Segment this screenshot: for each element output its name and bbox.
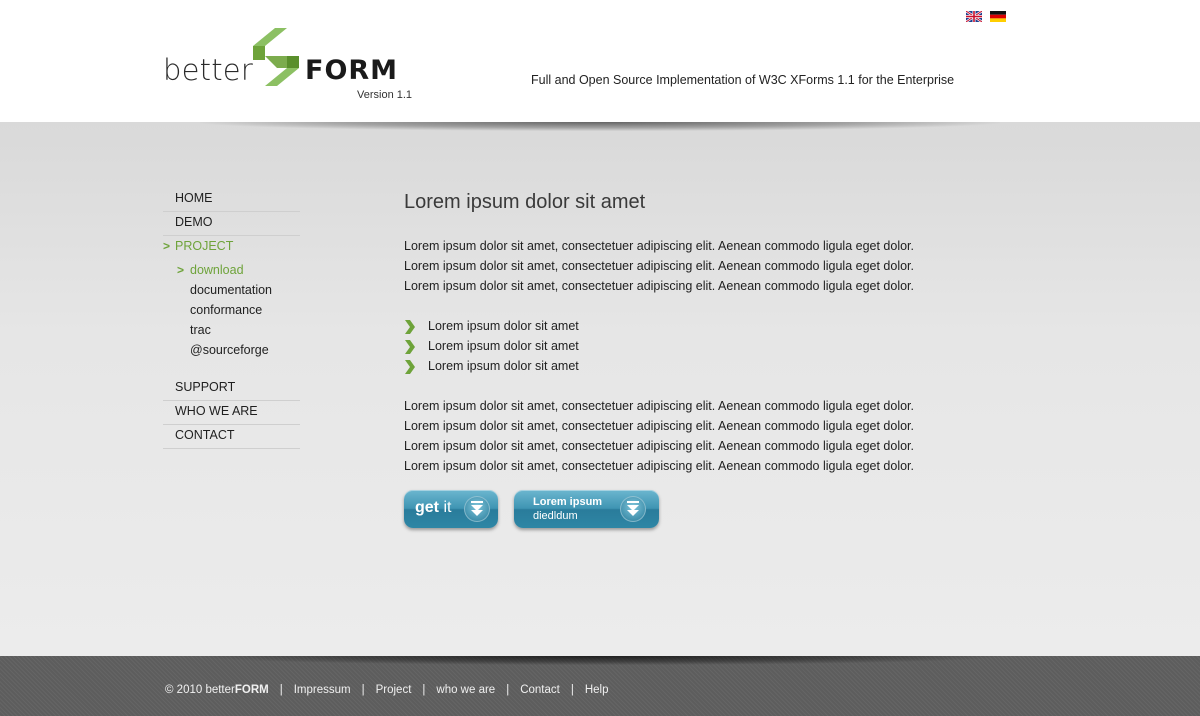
download-icon (464, 496, 490, 522)
main-content: Lorem ipsum dolor sit amet Lorem ipsum d… (404, 188, 1004, 476)
button-label-line2: diedldum (533, 510, 578, 522)
subnav-item-documentation[interactable]: documentation (163, 280, 300, 300)
subnav-item-label: conformance (190, 303, 263, 317)
nav-item-demo[interactable]: DEMO (163, 212, 300, 236)
nav-item-who-we-are[interactable]: WHO WE ARE (163, 401, 300, 425)
list-item: Lorem ipsum dolor sit amet (404, 356, 1004, 376)
list-item-text: Lorem ipsum dolor sit amet (428, 339, 579, 353)
copyright-brand: FORM (234, 684, 269, 696)
chevron-right-icon: > (177, 263, 185, 277)
site-header: better FORM Version 1.1 Full and Open So… (0, 0, 1200, 122)
download-icon (620, 496, 646, 522)
nav-item-label: HOME (175, 191, 213, 205)
footer-link-help[interactable]: Help (585, 684, 609, 696)
footer-links: © 2010 betterFORM | Impressum | Project … (165, 684, 609, 696)
body-paragraph: Lorem ipsum dolor sit amet, consectetuer… (404, 396, 1004, 476)
bullet-list: Lorem ipsum dolor sit amet Lorem ipsum d… (404, 316, 1004, 376)
paragraph-line: Lorem ipsum dolor sit amet, consectetuer… (404, 259, 915, 273)
button-label-line1: Lorem ipsum (533, 496, 603, 508)
green-chevron-icon (404, 360, 416, 380)
english-flag-icon[interactable] (966, 11, 982, 22)
project-subnav: > download documentation conformance tra… (163, 260, 300, 360)
language-switcher (966, 11, 1006, 22)
copyright: © 2010 betterFORM (165, 684, 269, 696)
nav-item-label: SUPPORT (175, 380, 236, 394)
footer-shadow (200, 656, 1000, 665)
paragraph-line: Lorem ipsum dolor sit amet, consectetuer… (404, 399, 915, 413)
footer-link-project[interactable]: Project (376, 684, 412, 696)
list-item: Lorem ipsum dolor sit amet (404, 336, 1004, 356)
list-item-text: Lorem ipsum dolor sit amet (428, 319, 579, 333)
logo-version: Version 1.1 (357, 89, 413, 101)
paragraph-line: Lorem ipsum dolor sit amet, consectetuer… (404, 279, 915, 293)
chevron-right-icon: > (163, 239, 171, 253)
get-it-label: get it (415, 499, 451, 517)
footer-separator: | (570, 684, 574, 696)
nav-item-home[interactable]: HOME (163, 188, 300, 212)
intro-paragraph: Lorem ipsum dolor sit amet, consectetuer… (404, 236, 1004, 296)
footer-link-who-we-are[interactable]: who we are (436, 684, 495, 696)
nav-item-support[interactable]: SUPPORT (163, 377, 300, 401)
get-it-button[interactable]: get it (404, 490, 498, 528)
footer-separator: | (279, 684, 283, 696)
paragraph-line: Lorem ipsum dolor sit amet, consectetuer… (404, 459, 915, 473)
footer-separator: | (506, 684, 510, 696)
subnav-item-label: download (190, 263, 244, 277)
nav-item-label: WHO WE ARE (175, 404, 258, 418)
footer-separator: | (361, 684, 365, 696)
logo-mark-icon (251, 28, 303, 91)
footer-separator: | (422, 684, 426, 696)
nav-item-label: PROJECT (175, 239, 234, 253)
copyright-prefix: © 2010 better (165, 684, 235, 696)
paragraph-line: Lorem ipsum dolor sit amet, consectetuer… (404, 239, 915, 253)
download-buttons: get it Lorem ipsum diedldum (404, 490, 659, 528)
lorem-ipsum-button[interactable]: Lorem ipsum diedldum (514, 490, 659, 528)
footer-link-impressum[interactable]: Impressum (294, 684, 351, 696)
subnav-item-trac[interactable]: trac (163, 320, 300, 340)
get-it-label-bold: get (415, 499, 439, 516)
subnav-item-conformance[interactable]: conformance (163, 300, 300, 320)
paragraph-line: Lorem ipsum dolor sit amet, consectetuer… (404, 439, 915, 453)
sidebar-nav: HOME DEMO > PROJECT > download documenta… (163, 188, 300, 449)
paragraph-line: Lorem ipsum dolor sit amet, consectetuer… (404, 419, 915, 433)
page-title: Lorem ipsum dolor sit amet (404, 191, 646, 213)
german-flag-icon[interactable] (990, 11, 1006, 22)
subnav-item-label: @sourceforge (190, 343, 269, 357)
betterform-logo[interactable]: better FORM Version 1.1 (163, 26, 423, 106)
list-item-text: Lorem ipsum dolor sit amet (428, 359, 579, 373)
footer-link-contact[interactable]: Contact (520, 684, 560, 696)
list-item: Lorem ipsum dolor sit amet (404, 316, 1004, 336)
subnav-item-label: trac (190, 323, 211, 337)
subnav-item-download[interactable]: > download (163, 260, 300, 280)
nav-item-project[interactable]: > PROJECT (163, 236, 300, 260)
logo-word-better: better (163, 53, 253, 87)
subnav-item-sourceforge[interactable]: @sourceforge (163, 340, 300, 360)
logo-word-form: FORM (305, 55, 399, 86)
nav-item-label: DEMO (175, 215, 213, 229)
get-it-label-thin: it (443, 499, 452, 516)
nav-item-contact[interactable]: CONTACT (163, 425, 300, 449)
nav-item-label: CONTACT (175, 428, 235, 442)
header-shadow (200, 122, 1000, 131)
subnav-item-label: documentation (190, 283, 273, 297)
site-tagline: Full and Open Source Implementation of W… (531, 73, 955, 87)
